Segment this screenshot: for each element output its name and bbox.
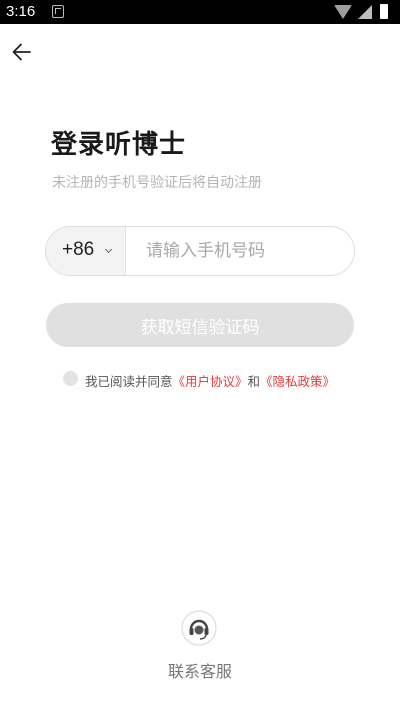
phone-field: +86 xyxy=(45,226,355,276)
page-subtitle: 未注册的手机号验证后将自动注册 xyxy=(52,175,262,191)
wifi-icon xyxy=(334,5,352,19)
country-code: +86 xyxy=(62,239,95,260)
agreement-text: 我已阅读并同意《用户协议》和《隐私政策》 xyxy=(85,371,335,390)
agreement-row: 我已阅读并同意《用户协议》和《隐私政策》 xyxy=(63,370,363,390)
customer-service-button[interactable] xyxy=(181,610,217,646)
get-sms-code-button[interactable]: 获取短信验证码 xyxy=(46,303,354,347)
headset-icon xyxy=(181,610,217,646)
page-title: 登录听博士 xyxy=(51,130,187,160)
privacy-policy-link[interactable]: 《隐私政策》 xyxy=(260,374,335,389)
agreement-prefix: 我已阅读并同意 xyxy=(85,374,173,389)
status-time: 3:16 xyxy=(6,3,36,20)
status-bar: 3:16 xyxy=(0,0,400,24)
back-button[interactable] xyxy=(10,40,34,64)
phone-input[interactable] xyxy=(146,227,346,275)
battery-icon xyxy=(380,4,388,19)
country-code-selector[interactable]: +86 xyxy=(46,227,126,275)
status-icons xyxy=(332,4,392,20)
notification-icon xyxy=(52,5,64,18)
chevron-down-icon xyxy=(104,245,113,254)
agree-checkbox[interactable] xyxy=(63,371,78,386)
user-agreement-link[interactable]: 《用户协议》 xyxy=(173,374,248,389)
signal-icon xyxy=(358,5,372,19)
arrow-left-icon xyxy=(12,43,31,61)
customer-service-label: 联系客服 xyxy=(167,662,232,681)
agreement-conjunction: 和 xyxy=(247,374,261,389)
